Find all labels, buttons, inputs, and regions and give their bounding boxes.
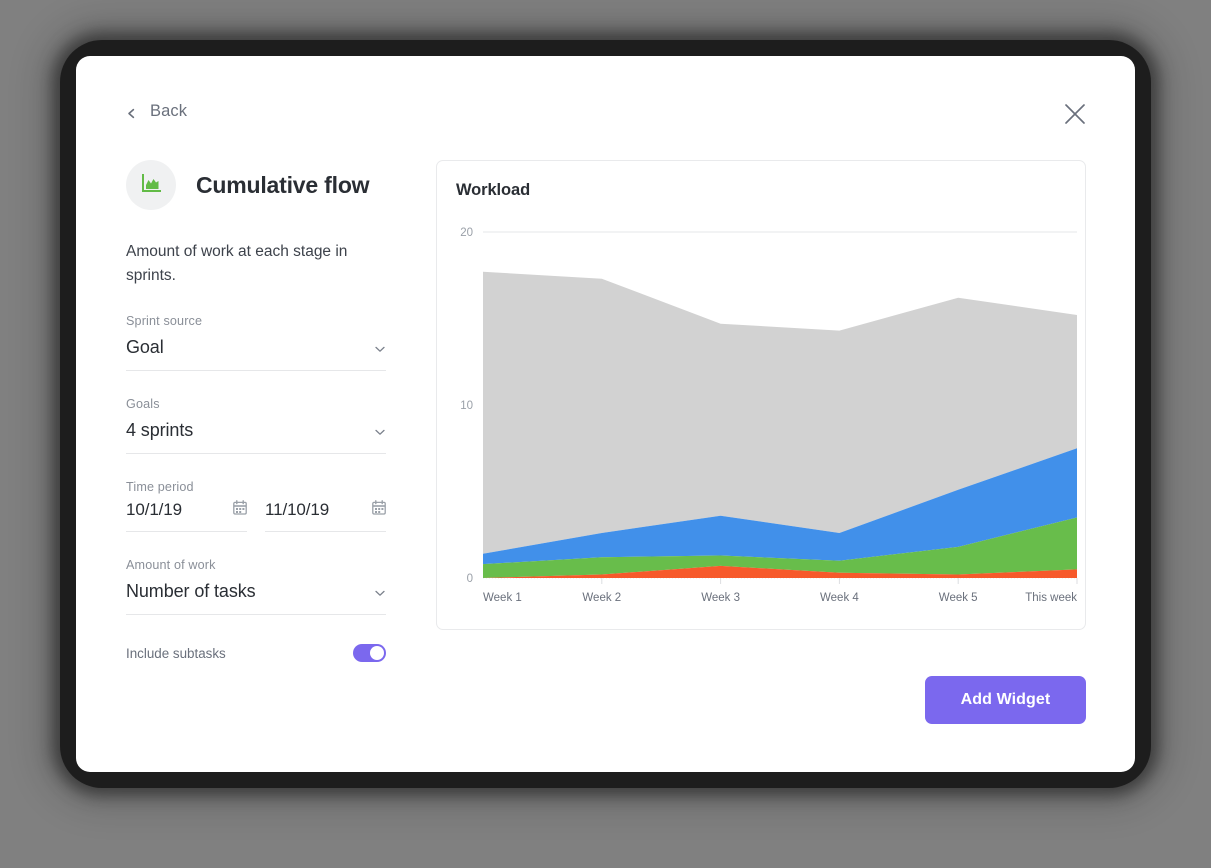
x-axis-tick-label: Week 5 — [939, 592, 978, 604]
end-date-input[interactable]: 11/10/19 — [265, 500, 386, 532]
time-period-label: Time period — [126, 480, 436, 494]
field-include-subtasks: Include subtasks — [126, 644, 386, 662]
start-date-input[interactable]: 10/1/19 — [126, 500, 247, 532]
calendar-icon[interactable] — [372, 500, 386, 520]
sprint-source-select[interactable]: Goal — [126, 337, 386, 371]
add-widget-button[interactable]: Add Widget — [925, 676, 1086, 724]
y-axis-tick-label: 10 — [460, 400, 473, 412]
sprint-source-value: Goal — [126, 337, 164, 358]
toggle-knob — [370, 646, 384, 660]
area-chart-icon — [139, 171, 163, 200]
widget-icon-badge — [126, 160, 176, 210]
amount-of-work-select[interactable]: Number of tasks — [126, 581, 386, 615]
goals-value: 4 sprints — [126, 420, 193, 441]
chevron-down-icon — [374, 425, 386, 437]
chevron-down-icon — [374, 586, 386, 598]
back-button[interactable]: Back — [126, 102, 187, 121]
y-axis-tick-label: 20 — [460, 227, 473, 239]
field-sprint-source: Sprint source Goal — [126, 314, 386, 371]
calendar-icon[interactable] — [233, 500, 247, 520]
chart-preview-panel: Workload 01020Week 1Week 2Week 3Week 4We… — [436, 160, 1086, 630]
x-axis-tick-label: Week 3 — [701, 592, 740, 604]
widget-header: Cumulative flow — [126, 160, 436, 210]
x-axis-tick-label: Week 2 — [582, 592, 621, 604]
x-axis-tick-label: Week 1 — [483, 592, 522, 604]
settings-panel: Cumulative flow Amount of work at each s… — [126, 160, 436, 662]
chevron-down-icon — [374, 342, 386, 354]
back-label: Back — [150, 102, 187, 121]
modal-topbar: Back — [76, 56, 1135, 152]
field-goals: Goals 4 sprints — [126, 397, 386, 454]
page-title: Cumulative flow — [196, 172, 369, 199]
field-amount-of-work: Amount of work Number of tasks — [126, 558, 386, 615]
cumulative-flow-chart: 0 10 20 Week 1 Week 2 Week 3 Week 4 Week 5 This … — [437, 161, 1087, 631]
field-time-period: Time period 10/1/19 — [126, 480, 436, 532]
amount-of-work-value: Number of tasks — [126, 581, 256, 602]
widget-settings-modal: Back Cumulative flow — [76, 56, 1135, 772]
amount-of-work-label: Amount of work — [126, 558, 386, 572]
x-axis-tick-label: Week 4 — [820, 592, 859, 604]
x-axis-tick-label: This week — [1025, 592, 1077, 604]
include-subtasks-label: Include subtasks — [126, 646, 226, 661]
close-icon — [1063, 102, 1087, 131]
end-date-value: 11/10/19 — [265, 500, 329, 520]
sprint-source-label: Sprint source — [126, 314, 386, 328]
include-subtasks-toggle[interactable] — [353, 644, 386, 662]
time-period-inputs: 10/1/19 — [126, 500, 436, 532]
goals-select[interactable]: 4 sprints — [126, 420, 386, 454]
y-axis-tick-label: 0 — [467, 573, 473, 585]
chevron-left-icon — [126, 106, 137, 117]
widget-description: Amount of work at each stage in sprints. — [126, 240, 394, 288]
start-date-value: 10/1/19 — [126, 500, 182, 520]
close-button[interactable] — [1059, 100, 1091, 132]
goals-label: Goals — [126, 397, 386, 411]
